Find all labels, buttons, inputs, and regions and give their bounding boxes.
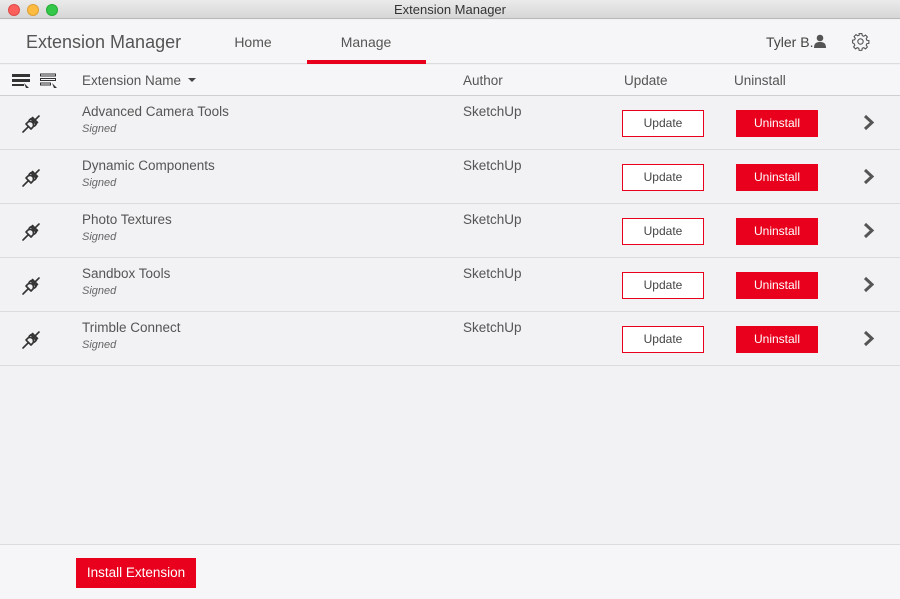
- signed-status: Signed: [82, 123, 117, 135]
- column-author: Author: [463, 73, 503, 88]
- update-button[interactable]: Update: [622, 272, 704, 299]
- extension-author: SketchUp: [463, 158, 522, 173]
- uninstall-button[interactable]: Uninstall: [736, 218, 818, 245]
- app-title: Extension Manager: [26, 32, 182, 52]
- extension-author: SketchUp: [463, 320, 522, 335]
- extension-row[interactable]: Trimble Connect Signed SketchUp Update U…: [0, 312, 900, 366]
- chevron-right-icon[interactable]: [863, 114, 875, 131]
- chevron-right-icon[interactable]: [863, 330, 875, 347]
- signed-status: Signed: [82, 231, 117, 243]
- extension-name: Sandbox Tools: [82, 266, 171, 281]
- update-button[interactable]: Update: [622, 164, 704, 191]
- sort-caret-icon[interactable]: [188, 78, 196, 82]
- user-name[interactable]: Tyler B.: [766, 34, 813, 50]
- extension-row[interactable]: Advanced Camera Tools Signed SketchUp Up…: [0, 96, 900, 150]
- update-button[interactable]: Update: [622, 326, 704, 353]
- plug-icon: [22, 115, 40, 133]
- column-uninstall: Uninstall: [734, 73, 786, 88]
- extension-name: Advanced Camera Tools: [82, 104, 229, 119]
- extension-name: Dynamic Components: [82, 158, 215, 173]
- extension-author: SketchUp: [463, 266, 522, 281]
- chevron-right-icon[interactable]: [863, 168, 875, 185]
- app-header: Extension Manager Home Manage Tyler B.: [0, 20, 900, 64]
- window-titlebar: Extension Manager: [0, 0, 900, 19]
- list-view-icon[interactable]: [12, 73, 30, 89]
- install-extension-button[interactable]: Install Extension: [76, 558, 196, 588]
- extension-name: Photo Textures: [82, 212, 172, 227]
- plug-icon: [22, 277, 40, 295]
- active-tab-indicator: [307, 60, 426, 64]
- uninstall-button[interactable]: Uninstall: [736, 110, 818, 137]
- extension-author: SketchUp: [463, 104, 522, 119]
- column-extension-name[interactable]: Extension Name: [82, 73, 181, 88]
- plug-icon: [22, 331, 40, 349]
- signed-status: Signed: [82, 177, 117, 189]
- chevron-right-icon[interactable]: [863, 276, 875, 293]
- plug-icon: [22, 169, 40, 187]
- plug-icon: [22, 223, 40, 241]
- update-button[interactable]: Update: [622, 110, 704, 137]
- extension-author: SketchUp: [463, 212, 522, 227]
- extension-name: Trimble Connect: [82, 320, 181, 335]
- user-icon[interactable]: [814, 34, 826, 48]
- chevron-right-icon[interactable]: [863, 222, 875, 239]
- window-title: Extension Manager: [393, 2, 506, 17]
- detail-view-icon[interactable]: [40, 73, 58, 89]
- extension-row[interactable]: Photo Textures Signed SketchUp Update Un…: [0, 204, 900, 258]
- uninstall-button[interactable]: Uninstall: [736, 164, 818, 191]
- tab-home[interactable]: Home: [220, 34, 286, 50]
- extension-list: Advanced Camera Tools Signed SketchUp Up…: [0, 96, 900, 366]
- update-button[interactable]: Update: [622, 218, 704, 245]
- gear-icon[interactable]: [851, 32, 870, 51]
- uninstall-button[interactable]: Uninstall: [736, 272, 818, 299]
- extension-row[interactable]: Dynamic Components Signed SketchUp Updat…: [0, 150, 900, 204]
- signed-status: Signed: [82, 285, 117, 297]
- tab-manage[interactable]: Manage: [307, 34, 425, 50]
- uninstall-button[interactable]: Uninstall: [736, 326, 818, 353]
- signed-status: Signed: [82, 339, 117, 351]
- column-header: Extension Name Author Update Uninstall: [0, 65, 900, 96]
- extension-row[interactable]: Sandbox Tools Signed SketchUp Update Uni…: [0, 258, 900, 312]
- footer-bar: Install Extension: [0, 544, 900, 599]
- column-update: Update: [624, 73, 668, 88]
